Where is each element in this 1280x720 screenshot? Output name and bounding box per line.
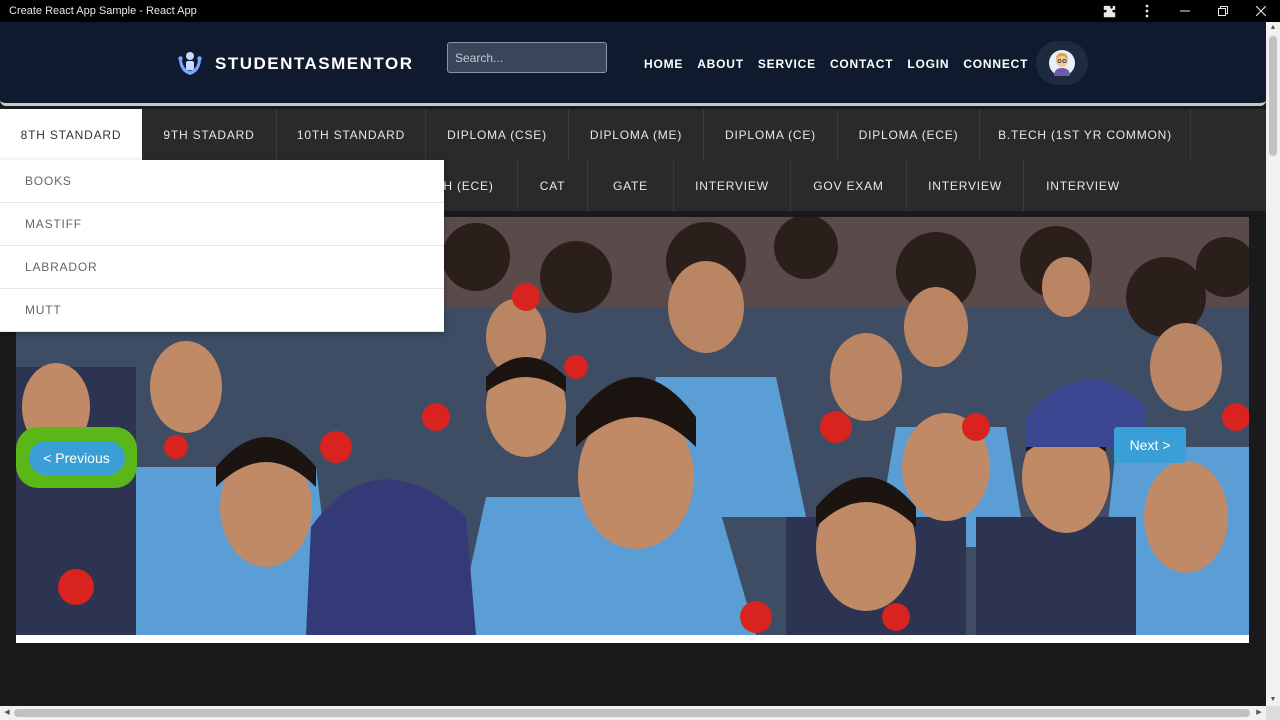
brand[interactable]: STUDENTASMENTOR: [176, 50, 414, 78]
scroll-down-icon[interactable]: ▼: [1266, 694, 1280, 706]
dropdown-item-labrador[interactable]: LABRADOR: [0, 246, 444, 289]
category-tab-10th-standard[interactable]: 10TH STANDARD: [277, 109, 426, 160]
maximize-icon[interactable]: [1204, 0, 1242, 22]
nav-contact[interactable]: CONTACT: [830, 57, 893, 71]
site-header: STUDENTASMENTOR HOME ABOUT SERVICE CONTA…: [0, 22, 1266, 106]
category-tab-gov-exam[interactable]: GOV EXAM: [791, 160, 907, 211]
horizontal-scrollbar[interactable]: ◀ ▶: [0, 706, 1266, 720]
category-tab-interview[interactable]: INTERVIEW: [674, 160, 791, 211]
category-tab-diploma-me[interactable]: DIPLOMA (ME): [569, 109, 704, 160]
dropdown-item-mastiff[interactable]: MASTIFF: [0, 203, 444, 246]
category-tab-diploma-ce[interactable]: DIPLOMA (CE): [704, 109, 838, 160]
scrollbar-corner: [1266, 706, 1280, 720]
window-controls: [1090, 0, 1280, 22]
more-icon[interactable]: [1128, 0, 1166, 22]
vertical-scrollbar[interactable]: ▲ ▼: [1266, 22, 1280, 706]
main-nav: HOME ABOUT SERVICE CONTACT LOGIN CONNECT: [644, 57, 1042, 71]
horizontal-scroll-thumb[interactable]: [14, 709, 1250, 717]
category-tab-diploma-cse[interactable]: DIPLOMA (CSE): [426, 109, 569, 160]
carousel-bottom-border: [16, 635, 1249, 643]
window-title: Create React App Sample - React App: [9, 5, 197, 17]
next-button[interactable]: Next >: [1114, 427, 1186, 463]
nav-home[interactable]: HOME: [644, 57, 683, 71]
dropdown-item-mutt[interactable]: MUTT: [0, 289, 444, 332]
category-tab-gate[interactable]: GATE: [588, 160, 674, 211]
vertical-scroll-thumb[interactable]: [1269, 36, 1277, 156]
close-icon[interactable]: [1242, 0, 1280, 22]
category-tab-diploma-ece[interactable]: DIPLOMA (ECE): [838, 109, 980, 160]
category-tab-cat[interactable]: CAT: [518, 160, 588, 211]
category-tab-interview-2[interactable]: INTERVIEW: [907, 160, 1024, 211]
window-titlebar: Create React App Sample - React App: [0, 0, 1280, 22]
previous-button[interactable]: < Previous: [28, 440, 125, 475]
page-viewport: STUDENTASMENTOR HOME ABOUT SERVICE CONTA…: [0, 22, 1266, 706]
dropdown-item-books[interactable]: BOOKS: [0, 160, 444, 203]
nav-service[interactable]: SERVICE: [758, 57, 816, 71]
extensions-icon[interactable]: [1090, 0, 1128, 22]
category-tab-btech-common[interactable]: B.TECH (1ST YR COMMON): [980, 109, 1191, 160]
brand-logo-icon: [178, 52, 202, 75]
category-tab-9th-standard[interactable]: 9TH STADARD: [142, 109, 277, 160]
avatar[interactable]: [1036, 41, 1088, 85]
scroll-right-icon[interactable]: ▶: [1252, 706, 1266, 720]
nav-about[interactable]: ABOUT: [697, 57, 744, 71]
scroll-left-icon[interactable]: ◀: [0, 706, 14, 720]
user-avatar-icon: [1049, 50, 1075, 76]
previous-button-highlight: < Previous: [16, 427, 137, 488]
scroll-up-icon[interactable]: ▲: [1266, 22, 1280, 34]
brand-name: STUDENTASMENTOR: [215, 54, 414, 73]
category-tab-interview-3[interactable]: INTERVIEW: [1024, 160, 1142, 211]
category-tab-8th-standard[interactable]: 8TH STANDARD: [0, 109, 142, 160]
search-input[interactable]: [447, 42, 607, 73]
category-dropdown: BOOKS MASTIFF LABRADOR MUTT: [0, 160, 444, 332]
nav-login[interactable]: LOGIN: [907, 57, 949, 71]
minimize-icon[interactable]: [1166, 0, 1204, 22]
nav-connect[interactable]: CONNECT: [963, 57, 1028, 71]
